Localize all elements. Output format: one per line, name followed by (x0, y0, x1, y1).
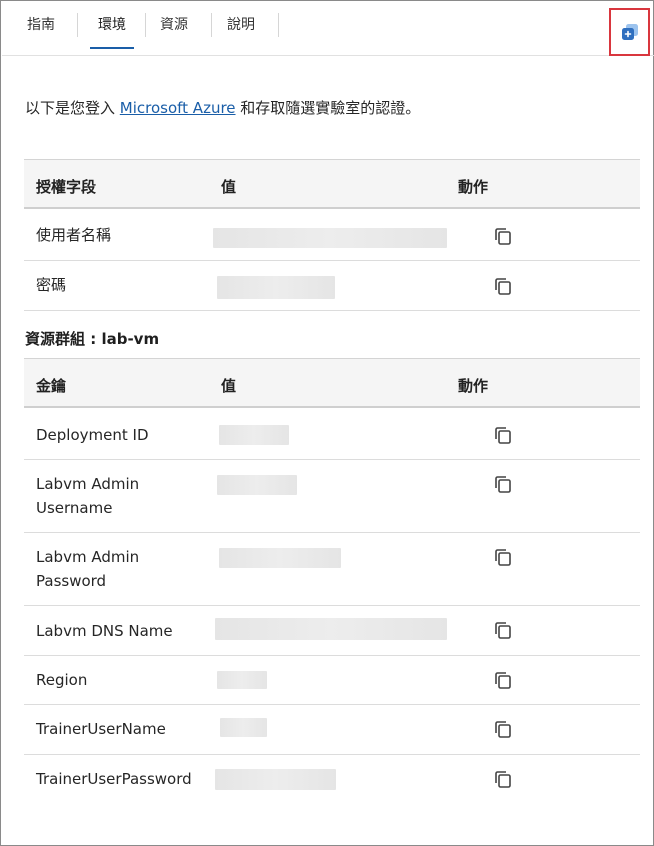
popout-button[interactable] (609, 8, 650, 56)
azure-link[interactable]: Microsoft Azure (120, 99, 236, 117)
table-row-admin-username: Labvm Admin Username (24, 460, 640, 533)
table-row-username: 使用者名稱 (24, 210, 640, 261)
intro-text: 以下是您登入 Microsoft Azure 和存取隨選實驗室的認證。 (25, 97, 420, 118)
table-header: 授權字段 值 動作 (24, 159, 640, 209)
tab-label: 指南 (27, 17, 55, 33)
row-label: TrainerUserPassword (36, 770, 192, 788)
row-label: Labvm Admin Password (36, 548, 140, 590)
tab-divider (211, 13, 212, 37)
table-row-region: Region (24, 656, 640, 705)
masked-value (215, 618, 447, 640)
header-key: 金鑰 (36, 377, 67, 395)
keys-table: 金鑰 值 動作 Deployment ID Labvm Admin Userna… (24, 358, 640, 808)
table-row-deployment-id: Deployment ID (24, 409, 640, 460)
copy-icon[interactable] (493, 769, 513, 789)
table-row-password: 密碼 (24, 261, 640, 311)
tab-divider (77, 13, 78, 37)
copy-icon[interactable] (493, 425, 513, 445)
masked-value (220, 718, 267, 737)
masked-value (217, 276, 335, 299)
masked-value (213, 228, 447, 248)
copy-icon[interactable] (493, 719, 513, 739)
table-header: 金鑰 值 動作 (24, 358, 640, 408)
table-row-trainer-password: TrainerUserPassword (24, 755, 640, 805)
credentials-table: 授權字段 值 動作 使用者名稱 密碼 (24, 159, 640, 319)
tab-environment[interactable]: 環境 (90, 2, 134, 49)
table-row-dns-name: Labvm DNS Name (24, 606, 640, 656)
tab-divider (145, 13, 146, 37)
tab-label: 資源 (160, 17, 188, 33)
masked-value (215, 769, 336, 790)
copy-icon[interactable] (493, 620, 513, 640)
copy-icon[interactable] (493, 474, 513, 494)
table-row-trainer-username: TrainerUserName (24, 705, 640, 755)
tab-help[interactable]: 說明 (218, 2, 264, 49)
copy-icon[interactable] (493, 670, 513, 690)
lab-panel: 指南 環境 資源 說明 以下是您登入 Microsoft Azure 和存取隨選… (0, 0, 654, 846)
popout-icon (621, 24, 638, 40)
tab-guide[interactable]: 指南 (16, 2, 66, 49)
masked-value (219, 548, 341, 568)
header-field: 授權字段 (36, 178, 97, 196)
tab-divider (278, 13, 279, 37)
masked-value (217, 475, 297, 495)
row-label: 密碼 (36, 276, 67, 294)
tab-label: 環境 (98, 17, 126, 33)
row-label: Region (36, 671, 88, 689)
copy-icon[interactable] (493, 276, 513, 296)
row-label: Deployment ID (36, 426, 149, 444)
intro-suffix: 和存取隨選實驗室的認證。 (235, 99, 421, 117)
table-row-admin-password: Labvm Admin Password (24, 533, 640, 606)
intro-prefix: 以下是您登入 (25, 99, 120, 117)
header-action: 動作 (458, 178, 489, 196)
tab-resources[interactable]: 資源 (152, 2, 196, 49)
row-label: Labvm Admin Username (36, 475, 140, 517)
masked-value (219, 425, 289, 445)
masked-value (217, 671, 267, 689)
header-action: 動作 (458, 377, 489, 395)
header-value: 值 (221, 377, 237, 395)
copy-icon[interactable] (493, 226, 513, 246)
resource-group-title: 資源群組 : lab-vm (25, 330, 160, 348)
row-label: TrainerUserName (36, 720, 166, 738)
row-label: 使用者名稱 (36, 226, 112, 244)
tab-label: 說明 (227, 17, 255, 33)
row-label: Labvm DNS Name (36, 622, 173, 640)
copy-icon[interactable] (493, 547, 513, 567)
header-value: 值 (221, 178, 237, 196)
tab-bar: 指南 環境 資源 說明 (2, 2, 654, 56)
